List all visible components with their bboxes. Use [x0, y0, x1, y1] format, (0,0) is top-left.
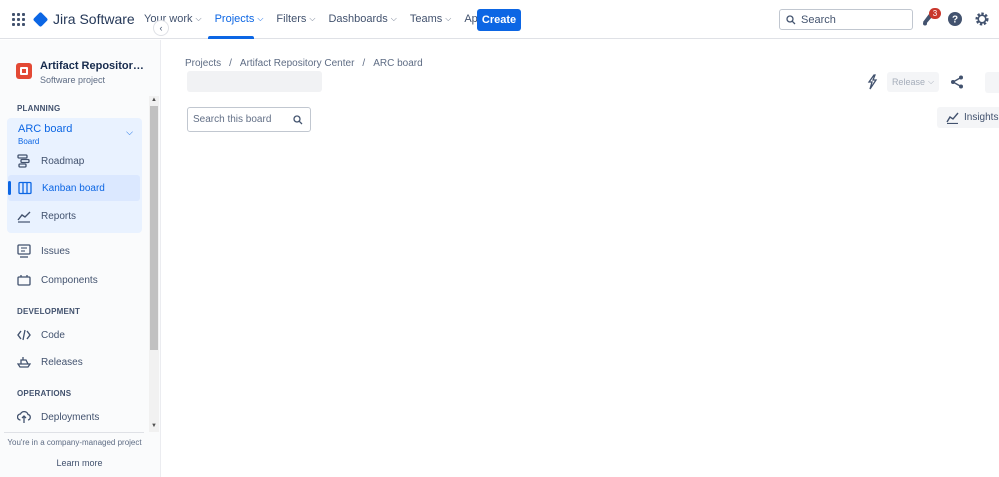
sidebar-scroll-thumb[interactable] [150, 106, 158, 350]
breadcrumb-projects[interactable]: Projects [185, 58, 221, 69]
insights-button[interactable]: Insights [937, 107, 999, 128]
nav-your-work[interactable]: Your work ⌵ [144, 13, 202, 25]
nav-projects[interactable]: Projects ⌵ [215, 13, 264, 25]
scroll-down-arrow-icon[interactable]: ▼ [151, 423, 157, 429]
nav-projects-label: Projects [214, 13, 255, 25]
breadcrumb: Projects / Artifact Repository Center / … [185, 58, 423, 69]
create-button[interactable]: Create [477, 9, 521, 31]
sidebar-item-code[interactable]: Code [17, 323, 142, 347]
breadcrumb-project[interactable]: Artifact Repository Center [240, 58, 355, 69]
sidebar-item-issues[interactable]: Issues [17, 239, 142, 263]
kanban-board-icon [18, 181, 32, 195]
primary-nav: Your work ⌵ Projects ⌵ Filters ⌵ Dashboards… [144, 13, 512, 25]
nav-filters[interactable]: Filters ⌵ [276, 13, 315, 25]
deployments-icon [17, 410, 31, 423]
svg-text:?: ? [952, 15, 958, 26]
automation-lightning-icon[interactable] [866, 74, 878, 90]
section-planning: PLANNING [17, 104, 61, 113]
nav-teams-label: Teams [409, 13, 443, 25]
section-development: DEVELOPMENT [17, 307, 81, 316]
release-button[interactable]: Release ⌵ [887, 72, 939, 92]
sidebar-item-roadmap[interactable]: Roadmap [17, 149, 142, 173]
project-type: Software project [40, 75, 106, 85]
chevron-down-icon: ⌵ [390, 14, 397, 23]
search-icon [293, 114, 303, 124]
roadmap-icon [17, 154, 30, 168]
sidebar-item-components[interactable]: Components [17, 268, 142, 292]
selected-indicator [8, 181, 11, 195]
chevron-down-icon: ⌵ [309, 14, 316, 23]
components-icon [17, 275, 31, 286]
chevron-down-icon: ⌵ [195, 14, 202, 23]
breadcrumb-board[interactable]: ARC board [373, 58, 422, 69]
release-label: Release [891, 77, 925, 87]
sidebar-item-releases[interactable]: Releases [17, 350, 142, 374]
active-nav-indicator [208, 36, 254, 39]
sidebar-item-label: Kanban board [42, 182, 105, 194]
chevron-down-icon: ⌵ [927, 77, 935, 86]
board-title-loading-placeholder [187, 71, 322, 92]
product-name: Jira Software [53, 11, 135, 27]
app-switcher-icon[interactable] [12, 13, 25, 26]
nav-teams[interactable]: Teams ⌵ [410, 13, 451, 25]
insights-chart-icon [946, 112, 959, 124]
nav-your-work-label: Your work [144, 13, 193, 25]
board-search-input[interactable]: Search this board [187, 107, 311, 132]
code-icon [17, 329, 31, 341]
board-name[interactable]: ARC board [18, 123, 72, 135]
jira-diamond-icon [32, 11, 49, 27]
sidebar-item-label: Code [41, 329, 65, 341]
chevron-down-icon: ⌵ [257, 14, 264, 23]
scroll-up-arrow-icon[interactable]: ▲ [151, 97, 157, 103]
sidebar-item-label: Reports [41, 210, 77, 222]
breadcrumb-separator: / [362, 58, 366, 69]
learn-more-link[interactable]: Learn more [0, 458, 159, 468]
search-input[interactable]: Search [779, 9, 913, 30]
sidebar-item-label: Roadmap [41, 155, 85, 167]
nav-filters-label: Filters [276, 13, 307, 25]
chevron-down-icon: ⌵ [445, 14, 452, 23]
help-icon[interactable]: ? [947, 11, 963, 27]
chevron-down-icon[interactable]: ⌵ [126, 127, 133, 138]
sidebar-item-label: Issues [41, 245, 70, 257]
board-search-placeholder: Search this board [193, 114, 272, 125]
collapse-sidebar-button[interactable]: ‹ [153, 20, 169, 36]
jira-logo[interactable]: Jira Software [32, 11, 135, 27]
sidebar-item-label: Deployments [41, 411, 100, 423]
sidebar-footer-divider [4, 432, 144, 433]
search-icon [786, 14, 796, 24]
notification-badge: 3 [929, 8, 941, 19]
releases-icon [17, 357, 31, 368]
sidebar-item-label: Components [41, 274, 98, 286]
issues-icon [17, 244, 31, 258]
project-name: Artifact Repository Cen... [40, 60, 150, 72]
board-type: Board [18, 137, 40, 146]
sidebar-item-deployments[interactable]: Deployments [17, 405, 142, 429]
sidebar-item-reports[interactable]: Reports [17, 204, 142, 228]
search-placeholder: Search [801, 13, 836, 26]
section-operations: OPERATIONS [17, 389, 72, 398]
share-icon[interactable] [950, 75, 964, 89]
sidebar-item-kanban-board[interactable]: Kanban board [8, 175, 140, 201]
reports-icon [17, 211, 31, 223]
project-sidebar: Artifact Repository Cen... Software proj… [0, 40, 161, 477]
project-header[interactable]: Artifact Repository Cen... Software proj… [16, 60, 150, 85]
breadcrumb-separator: / [229, 58, 232, 69]
top-navigation: Jira Software Your work ⌵ Projects ⌵ Filte… [0, 0, 999, 39]
more-actions-button[interactable] [985, 72, 999, 93]
project-avatar [16, 63, 32, 79]
insights-label: Insights [964, 112, 999, 123]
nav-dashboards-label: Dashboards [328, 13, 388, 25]
sidebar-item-label: Releases [41, 356, 83, 368]
settings-gear-icon[interactable] [974, 11, 990, 27]
company-managed-note: You're in a company-managed project [7, 438, 142, 447]
nav-dashboards[interactable]: Dashboards ⌵ [328, 13, 396, 25]
